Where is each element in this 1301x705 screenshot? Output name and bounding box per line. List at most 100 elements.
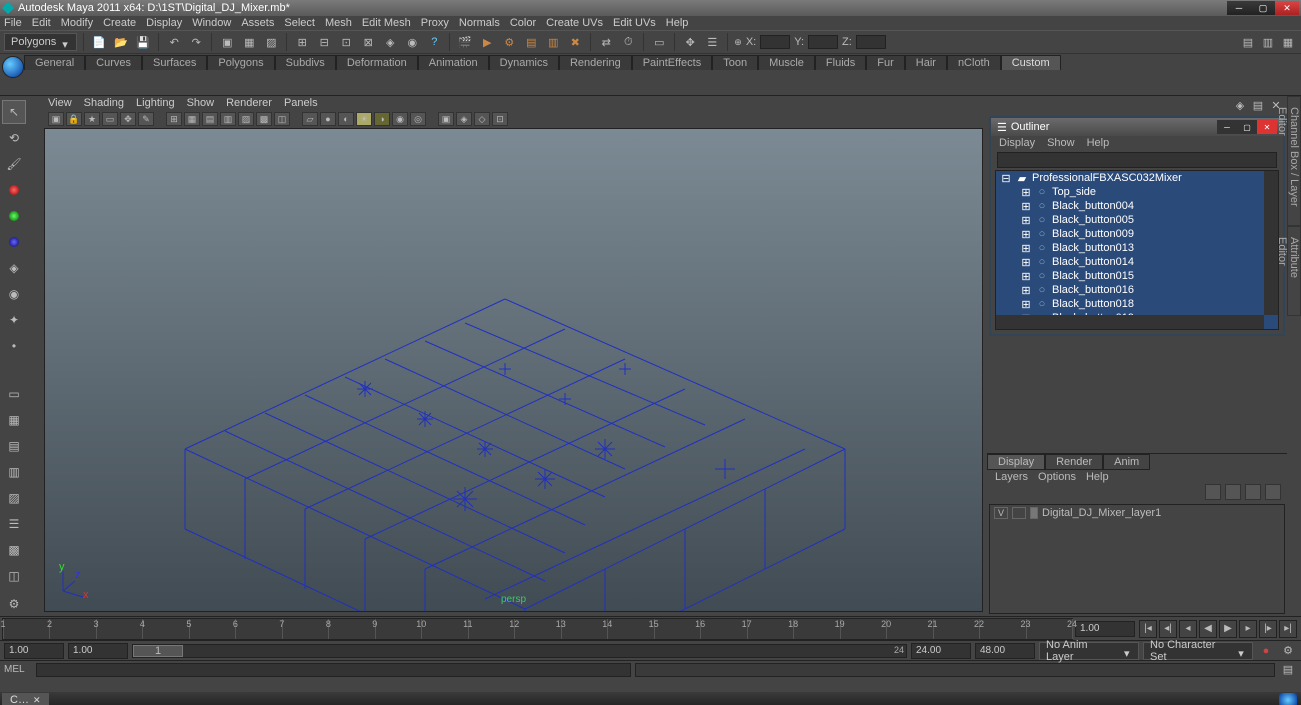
vp-image-plane-icon[interactable]: ▭ (102, 112, 118, 126)
layer-color-swatch[interactable] (1030, 507, 1038, 519)
three-pane-layout[interactable]: ▨ (2, 486, 26, 510)
vp-menu-shading[interactable]: Shading (84, 97, 124, 109)
two-pane-v-layout[interactable]: ▥ (2, 460, 26, 484)
minimize-button[interactable]: ─ (1227, 1, 1251, 15)
menu-assets[interactable]: Assets (241, 17, 274, 29)
lasso-tool[interactable]: ⟲ (2, 126, 26, 150)
shelf-tab-muscle[interactable]: Muscle (758, 55, 815, 70)
shelf-tab-deformation[interactable]: Deformation (336, 55, 418, 70)
menu-modify[interactable]: Modify (61, 17, 93, 29)
input-output-icon[interactable]: ⇄ (597, 33, 615, 51)
menu-color[interactable]: Color (510, 17, 536, 29)
universal-manip-tool[interactable]: ◈ (2, 256, 26, 280)
menu-help[interactable]: Help (666, 17, 689, 29)
menu-create[interactable]: Create (103, 17, 136, 29)
step-forward-button[interactable]: ▸ (1239, 620, 1257, 638)
menu-window[interactable]: Window (192, 17, 231, 29)
shelf-tab-painteffects[interactable]: PaintEffects (632, 55, 713, 70)
render-globals-icon[interactable]: ⚙ (500, 33, 518, 51)
mode-dropdown[interactable]: Polygons ▾ (4, 33, 77, 51)
go-end-button[interactable]: ▸| (1279, 620, 1297, 638)
vp-select-camera-icon[interactable]: ▣ (48, 112, 64, 126)
current-time-field[interactable]: 1.00 (1075, 621, 1135, 637)
snap-point-icon[interactable]: ⊡ (337, 33, 355, 51)
shelf-tab-dynamics[interactable]: Dynamics (489, 55, 559, 70)
script-editor-icon[interactable]: ▤ (1279, 661, 1297, 679)
save-scene-icon[interactable]: 💾 (134, 33, 152, 51)
playback-start-field[interactable]: 1.00 (68, 643, 128, 659)
outliner-item[interactable]: ⊞○Black_button014 (996, 255, 1278, 269)
snap-view-icon[interactable]: ◉ (403, 33, 421, 51)
anim-layer-dropdown[interactable]: No Anim Layer▾ (1039, 642, 1139, 660)
menu-select[interactable]: Select (284, 17, 315, 29)
shelf-tab-general[interactable]: General (24, 55, 85, 70)
layer-tab-render[interactable]: Render (1045, 454, 1103, 470)
vp-smooth-shade-icon[interactable]: ● (320, 112, 336, 126)
tool-settings-toggle-icon[interactable]: ▥ (1259, 33, 1277, 51)
layer-new-selected-icon[interactable] (1265, 484, 1281, 500)
vp-xray-icon[interactable]: ◈ (456, 112, 472, 126)
shelf-tab-ncloth[interactable]: nCloth (947, 55, 1001, 70)
layer-new-empty-icon[interactable] (1245, 484, 1261, 500)
snap-curve-icon[interactable]: ⊟ (315, 33, 333, 51)
layer-move-up-icon[interactable] (1205, 484, 1221, 500)
taskbar-item[interactable]: C…✕ (2, 693, 49, 705)
vp-lock-camera-icon[interactable]: 🔒 (66, 112, 82, 126)
quick-layout-icon[interactable]: ▭ (650, 33, 668, 51)
play-back-button[interactable]: ◀ (1199, 620, 1217, 638)
field-entry-icon[interactable]: ☰ (703, 33, 721, 51)
shelf-tab-toon[interactable]: Toon (712, 55, 758, 70)
menu-create-uvs[interactable]: Create UVs (546, 17, 603, 29)
menu-file[interactable]: File (4, 17, 22, 29)
vp-textured-icon[interactable]: ◐ (338, 112, 354, 126)
shelf-tab-fur[interactable]: Fur (866, 55, 905, 70)
time-slider[interactable]: 123456789101112131415161718192021222324 (2, 618, 1073, 640)
shelf-tab-fluids[interactable]: Fluids (815, 55, 866, 70)
shelf-tab-hair[interactable]: Hair (905, 55, 947, 70)
menu-edit-mesh[interactable]: Edit Mesh (362, 17, 411, 29)
select-hierarchy-icon[interactable]: ▣ (218, 33, 236, 51)
play-forward-button[interactable]: ▶ (1219, 620, 1237, 638)
channel-box-toggle-icon[interactable]: ▦ (1279, 33, 1297, 51)
vp-field-chart-icon[interactable]: ▨ (238, 112, 254, 126)
outliner-item[interactable]: ⊞○Top_side (996, 185, 1278, 199)
shelf-tab-animation[interactable]: Animation (418, 55, 489, 70)
scale-tool[interactable] (2, 230, 26, 254)
shelf-tab-rendering[interactable]: Rendering (559, 55, 632, 70)
menu-display[interactable]: Display (146, 17, 182, 29)
outliner-root[interactable]: ⊟▰ProfessionalFBXASC032Mixer (996, 171, 1278, 185)
undo-icon[interactable]: ↶ (165, 33, 183, 51)
shelf-tab-subdivs[interactable]: Subdivs (275, 55, 336, 70)
go-start-button[interactable]: |◂ (1139, 620, 1157, 638)
menu-mesh[interactable]: Mesh (325, 17, 352, 29)
snap-grid-icon[interactable]: ⊞ (293, 33, 311, 51)
vp-safe-action-icon[interactable]: ▩ (256, 112, 272, 126)
outliner-vscroll[interactable] (1264, 171, 1278, 315)
right-col-toggle2-icon[interactable]: ▤ (1251, 98, 1265, 112)
four-pane-layout[interactable]: ▦ (2, 408, 26, 432)
vp-gate-mask-icon[interactable]: ▥ (220, 112, 236, 126)
layer-menu-help[interactable]: Help (1086, 471, 1109, 483)
step-back-keyed-button[interactable]: ◂| (1159, 620, 1177, 638)
vp-shadows-icon[interactable]: ◑ (374, 112, 390, 126)
vp-res-gate-icon[interactable]: ▤ (202, 112, 218, 126)
shelf-tab-curves[interactable]: Curves (85, 55, 142, 70)
character-set-dropdown[interactable]: No Character Set▾ (1143, 642, 1253, 660)
step-forward-keyed-button[interactable]: |▸ (1259, 620, 1277, 638)
tray-app-icon[interactable] (1279, 693, 1297, 705)
vp-ao-icon[interactable]: ◎ (410, 112, 426, 126)
z-coord-input[interactable] (856, 35, 886, 49)
auto-keyframe-toggle[interactable]: ● (1257, 642, 1275, 660)
right-col-toggle1-icon[interactable]: ◈ (1233, 98, 1247, 112)
ipr-render-icon[interactable]: ▶ (478, 33, 496, 51)
paint-select-tool[interactable]: 🖌 (2, 152, 26, 176)
single-pane-layout[interactable]: ▭ (2, 382, 26, 406)
outliner-menu-display[interactable]: Display (999, 137, 1035, 149)
coord-mode-icon[interactable]: ⊕ (734, 37, 742, 48)
two-pane-h-layout[interactable]: ▤ (2, 434, 26, 458)
persp-graph-layout[interactable]: ▩ (2, 538, 26, 562)
help-icon[interactable]: ? (425, 33, 443, 51)
outliner-minimize-button[interactable]: ─ (1217, 120, 1237, 134)
shelf-tab-custom[interactable]: Custom (1001, 55, 1061, 70)
move-tool[interactable] (2, 178, 26, 202)
